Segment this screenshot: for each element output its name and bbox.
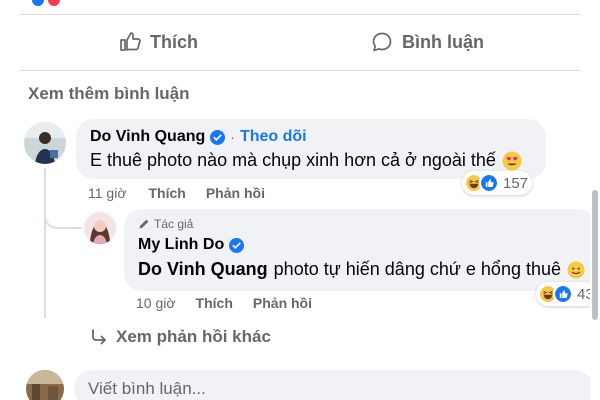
thread-connector-vertical <box>44 168 46 318</box>
comment-header: Do Vinh Quang · Theo dõi <box>90 128 307 146</box>
comment-text: E thuê photo nào mà chụp xinh hơn cả ở n… <box>90 150 496 170</box>
author-badge-label: Tác giả <box>154 217 194 231</box>
like-icon <box>479 173 499 193</box>
reply-mention[interactable]: Do Vinh Quang <box>138 259 268 280</box>
reply-bubble: Tác giả My Linh Do Do Vinh Quang photo t… <box>124 209 596 291</box>
comment-reply-button[interactable]: Phản hồi <box>206 185 265 201</box>
comment-meta: 11 giờ Thích Phản hồi <box>88 185 265 201</box>
comment-reaction-count: 157 <box>503 174 529 192</box>
thread-connector-curve <box>44 196 82 229</box>
comment-like-button[interactable]: Thích <box>149 185 186 201</box>
divider-actions <box>20 70 580 71</box>
top-reaction-strip <box>0 0 600 12</box>
reply-header: My Linh Do <box>138 236 245 254</box>
reply-reply-button[interactable]: Phản hồi <box>253 295 312 311</box>
comment-button-label: Bình luận <box>402 31 484 52</box>
thumbs-up-icon <box>120 32 141 51</box>
follow-separator: · <box>230 129 235 145</box>
scrollbar[interactable] <box>590 150 600 400</box>
reply-text-row: Do Vinh Quang photo tự hiến dâng chứ e h… <box>138 259 585 280</box>
comment-bubble: Do Vinh Quang · Theo dõi E thuê photo nà… <box>76 119 546 179</box>
reply-author-name[interactable]: My Linh Do <box>138 236 224 254</box>
smiling-emoji-icon <box>567 260 585 279</box>
love-reaction-icon <box>46 0 62 8</box>
comment-text-row: E thuê photo nào mà chụp xinh hơn cả ở n… <box>90 150 522 171</box>
reply-meta: 10 giờ Thích Phản hồi <box>136 295 312 311</box>
cut-off-text-fragments <box>120 0 160 4</box>
reply-text: photo tự hiến dâng chứ e hổng thuê <box>273 259 561 279</box>
divider-top <box>20 14 580 15</box>
reply-arrow-icon <box>92 329 106 345</box>
comment-input[interactable] <box>74 370 594 400</box>
verified-badge-icon <box>210 129 226 145</box>
comment-timestamp[interactable]: 11 giờ <box>88 185 127 201</box>
post-action-bar: Thích Bình luận <box>0 22 600 62</box>
follow-button[interactable]: Theo dõi <box>240 128 307 146</box>
author-badge: Tác giả <box>138 217 193 231</box>
reply-reaction-summary[interactable]: 43 <box>536 282 598 306</box>
pencil-icon <box>139 219 149 229</box>
comment-reaction-summary[interactable]: 157 <box>462 171 533 195</box>
current-user-avatar[interactable] <box>26 370 64 400</box>
scrollbar-thumb[interactable] <box>592 190 598 320</box>
current-user-photo <box>26 370 64 400</box>
view-more-replies-link[interactable]: Xem phản hồi khác <box>90 327 271 347</box>
reply-author-photo <box>84 212 116 244</box>
view-more-comments-link[interactable]: Xem thêm bình luận <box>28 84 190 104</box>
heart-eyes-emoji-icon <box>502 151 522 170</box>
commenter-photo <box>24 122 66 164</box>
reply-author-avatar[interactable] <box>84 212 116 244</box>
comment-button[interactable]: Bình luận <box>370 22 484 62</box>
verified-badge-icon <box>229 237 245 253</box>
like-button[interactable]: Thích <box>118 22 198 62</box>
comment-composer <box>24 368 600 400</box>
comment-bubble-icon <box>372 32 392 52</box>
commenter-avatar[interactable] <box>24 122 66 164</box>
like-button-label: Thích <box>150 31 198 52</box>
like-reaction-icon <box>30 0 46 8</box>
view-more-replies-label: Xem phản hồi khác <box>116 327 271 346</box>
comment-author-name[interactable]: Do Vinh Quang <box>90 128 205 146</box>
reply-like-button[interactable]: Thích <box>196 295 233 311</box>
reply-timestamp[interactable]: 10 giờ <box>136 295 176 311</box>
like-icon <box>553 284 573 304</box>
